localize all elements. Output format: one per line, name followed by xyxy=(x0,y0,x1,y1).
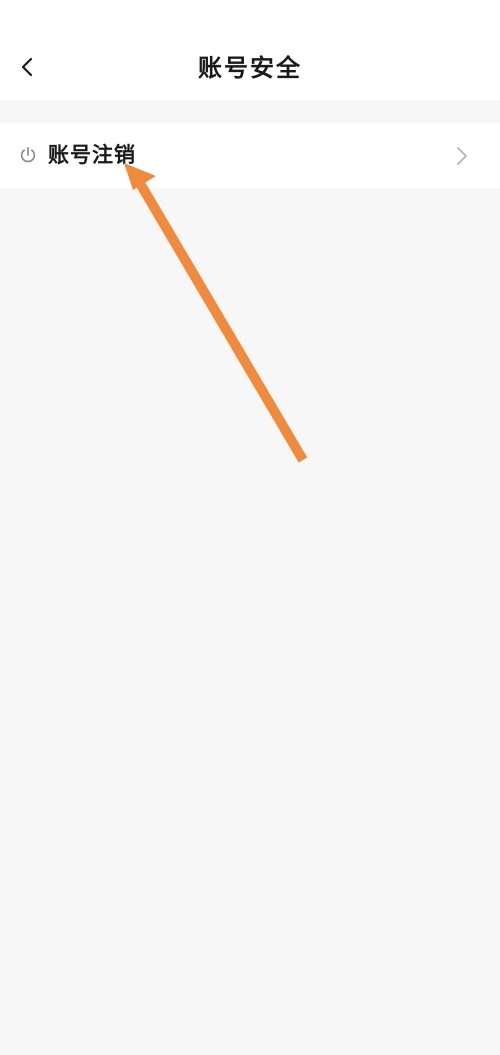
list-item-label: 账号注销 xyxy=(48,142,136,167)
power-icon xyxy=(20,146,36,163)
chevron-right-icon xyxy=(457,147,467,165)
settings-list: 账号注销 xyxy=(0,123,500,188)
page-title: 账号安全 xyxy=(198,53,302,82)
top-app-bar: 账号安全 xyxy=(0,0,500,100)
list-item-account-deletion[interactable]: 账号注销 xyxy=(0,123,500,188)
